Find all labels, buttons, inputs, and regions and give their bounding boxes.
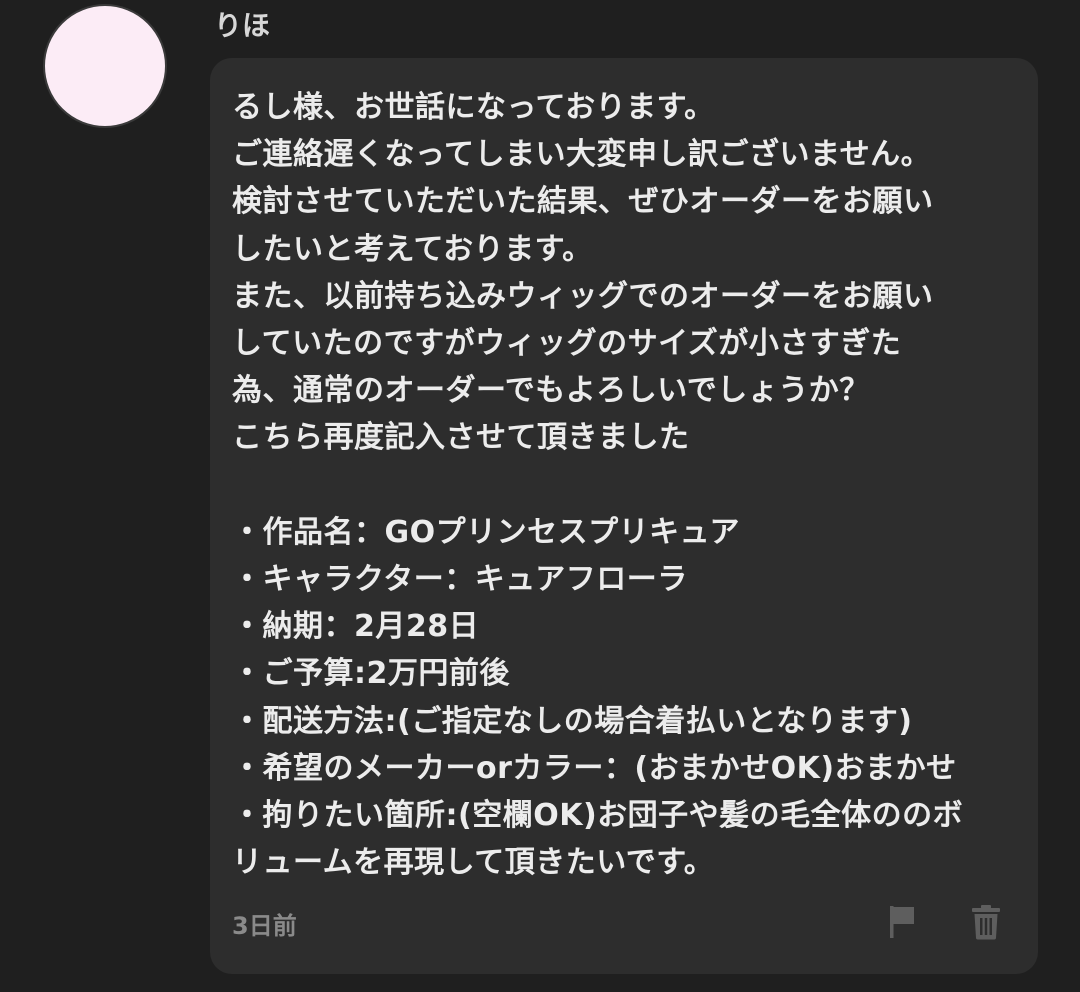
avatar[interactable] <box>43 4 167 128</box>
message-line: ・作品名：GOプリンセスプリキュア <box>232 514 741 550</box>
message-line: るし様、お世話になっております。 <box>232 90 715 125</box>
message-line: していたのですがウィッグのサイズが小さすぎた <box>232 326 902 362</box>
message-line: ・希望のメーカーorカラー：(おまかせOK)おまかせ <box>232 750 957 786</box>
trash-icon <box>972 905 1000 940</box>
message-line: ・納期：2月28日 <box>232 609 480 645</box>
message-line: リュームを再現して頂きたいです。 <box>232 845 715 881</box>
message-line: ・配送方法:(ご指定なしの場合着払いとなります) <box>232 703 913 739</box>
message-line: ・キャラクター：キュアフローラ <box>232 562 688 598</box>
flag-icon <box>890 906 914 938</box>
message-line: こちら再度記入させて頂きました <box>232 420 690 456</box>
message-line: また、以前持ち込みウィッグでのオーダーをお願い <box>232 278 934 314</box>
report-button[interactable] <box>880 900 924 944</box>
username[interactable]: りほ <box>214 6 270 46</box>
message-line: 為、通常のオーダーでもよろしいでしょうか？ <box>232 373 870 409</box>
message-bubble: るし様、お世話になっております。 ご連絡遅くなってしまい大変申し訳ございません。… <box>210 58 1038 974</box>
message-line: ・拘りたい箇所:(空欄OK)お団子や髪の毛全体ののボ <box>232 798 964 834</box>
message-timestamp: 3日前 <box>232 912 297 940</box>
message-line: したいと考えております。 <box>232 231 593 267</box>
message-body: るし様、お世話になっております。 ご連絡遅くなってしまい大変申し訳ございません。… <box>232 84 1022 886</box>
message-line: ご連絡遅くなってしまい大変申し訳ございません。 <box>232 137 932 173</box>
message-line: 検討させていただいた結果、ぜひオーダーをお願い <box>232 184 934 220</box>
message-line: ・ご予算:2万円前後 <box>232 656 510 692</box>
delete-button[interactable] <box>964 900 1008 944</box>
message-line <box>232 462 1022 509</box>
